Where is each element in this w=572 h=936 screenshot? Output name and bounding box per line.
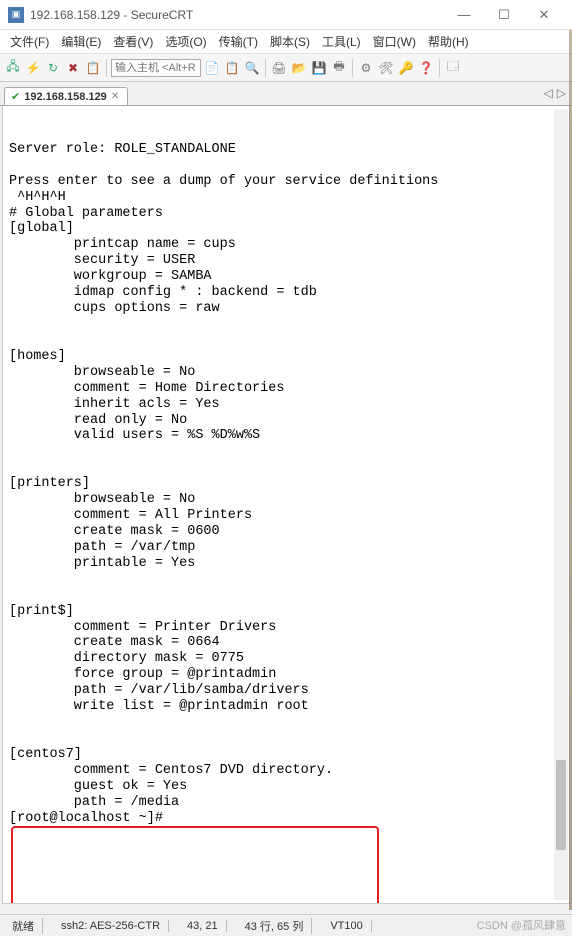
- toolbar-separator: [106, 59, 107, 77]
- scroll-thumb[interactable]: [556, 760, 566, 850]
- toolbar-separator: [439, 59, 440, 77]
- tools-icon[interactable]: 🛠: [377, 59, 395, 77]
- maximize-button[interactable]: ☐: [484, 1, 524, 29]
- toolbar: 🖧 ⚡ ↻ ✖ 📋 📄 📋 🔍 🖨 📂 💾 🖶 ⚙ 🛠 🔑 ❓ 🗔: [0, 54, 572, 82]
- menu-file[interactable]: 文件(F): [4, 31, 55, 52]
- paste-icon[interactable]: 📋: [223, 59, 241, 77]
- help-icon[interactable]: ❓: [417, 59, 435, 77]
- status-ssh: ssh2: AES-256-CTR: [53, 920, 169, 932]
- host-input[interactable]: [111, 59, 201, 77]
- close-button[interactable]: ✕: [524, 1, 564, 29]
- properties-icon[interactable]: ⚙: [357, 59, 375, 77]
- reconnect-icon[interactable]: ↻: [44, 59, 62, 77]
- session-icon[interactable]: 📋: [84, 59, 102, 77]
- status-ready: 就绪: [4, 918, 43, 934]
- menu-window[interactable]: 窗口(W): [367, 31, 422, 52]
- app-icon: ▣: [8, 7, 24, 23]
- connect-icon[interactable]: 🖧: [4, 59, 22, 77]
- highlight-box: [11, 826, 379, 904]
- menubar: 文件(F) 编辑(E) 查看(V) 选项(O) 传输(T) 脚本(S) 工具(L…: [0, 30, 572, 54]
- print2-icon[interactable]: 🖶: [330, 59, 348, 77]
- toolbar-separator: [352, 59, 353, 77]
- status-rowscols: 43 行, 65 列: [237, 918, 313, 934]
- scrollbar[interactable]: [554, 110, 568, 900]
- tab-prev-icon[interactable]: ◁: [544, 86, 553, 100]
- titlebar: ▣ 192.168.158.129 - SecureCRT — ☐ ✕: [0, 0, 572, 30]
- menu-edit[interactable]: 编辑(E): [55, 31, 107, 52]
- tab-next-icon[interactable]: ▷: [557, 86, 566, 100]
- tab-title: 192.168.158.129: [24, 91, 107, 103]
- menu-help[interactable]: 帮助(H): [422, 31, 475, 52]
- toolbar-separator: [265, 59, 266, 77]
- copy-icon[interactable]: 📄: [203, 59, 221, 77]
- connected-icon: ✔: [11, 90, 20, 103]
- open-icon[interactable]: 📂: [290, 59, 308, 77]
- key-icon[interactable]: 🔑: [397, 59, 415, 77]
- minimize-button[interactable]: —: [444, 1, 484, 29]
- menu-transfer[interactable]: 传输(T): [213, 31, 264, 52]
- status-termtype: VT100: [322, 920, 371, 932]
- window-controls: — ☐ ✕: [444, 1, 564, 29]
- disconnect-icon[interactable]: ✖: [64, 59, 82, 77]
- extra-icon[interactable]: 🗔: [444, 59, 462, 77]
- menu-tools[interactable]: 工具(L): [316, 31, 367, 52]
- watermark: CSDN @孤风肆意: [477, 917, 566, 933]
- find-icon[interactable]: 🔍: [243, 59, 261, 77]
- window-title: 192.168.158.129 - SecureCRT: [30, 8, 444, 22]
- save-icon[interactable]: 💾: [310, 59, 328, 77]
- statusbar: 就绪 ssh2: AES-256-CTR 43, 21 43 行, 65 列 V…: [0, 914, 572, 936]
- tab-nav: ◁ ▷: [544, 86, 566, 100]
- print-icon[interactable]: 🖨: [270, 59, 288, 77]
- status-cursor: 43, 21: [179, 920, 227, 932]
- quick-connect-icon[interactable]: ⚡: [24, 59, 42, 77]
- terminal-content: Server role: ROLE_STANDALONE Press enter…: [9, 142, 563, 827]
- terminal[interactable]: Server role: ROLE_STANDALONE Press enter…: [2, 106, 570, 904]
- menu-script[interactable]: 脚本(S): [264, 31, 316, 52]
- menu-options[interactable]: 选项(O): [159, 31, 212, 52]
- tabbar: ✔ 192.168.158.129 ✕ ◁ ▷: [0, 82, 572, 106]
- menu-view[interactable]: 查看(V): [107, 31, 159, 52]
- tab-session[interactable]: ✔ 192.168.158.129 ✕: [4, 87, 128, 105]
- tab-close-icon[interactable]: ✕: [111, 91, 119, 102]
